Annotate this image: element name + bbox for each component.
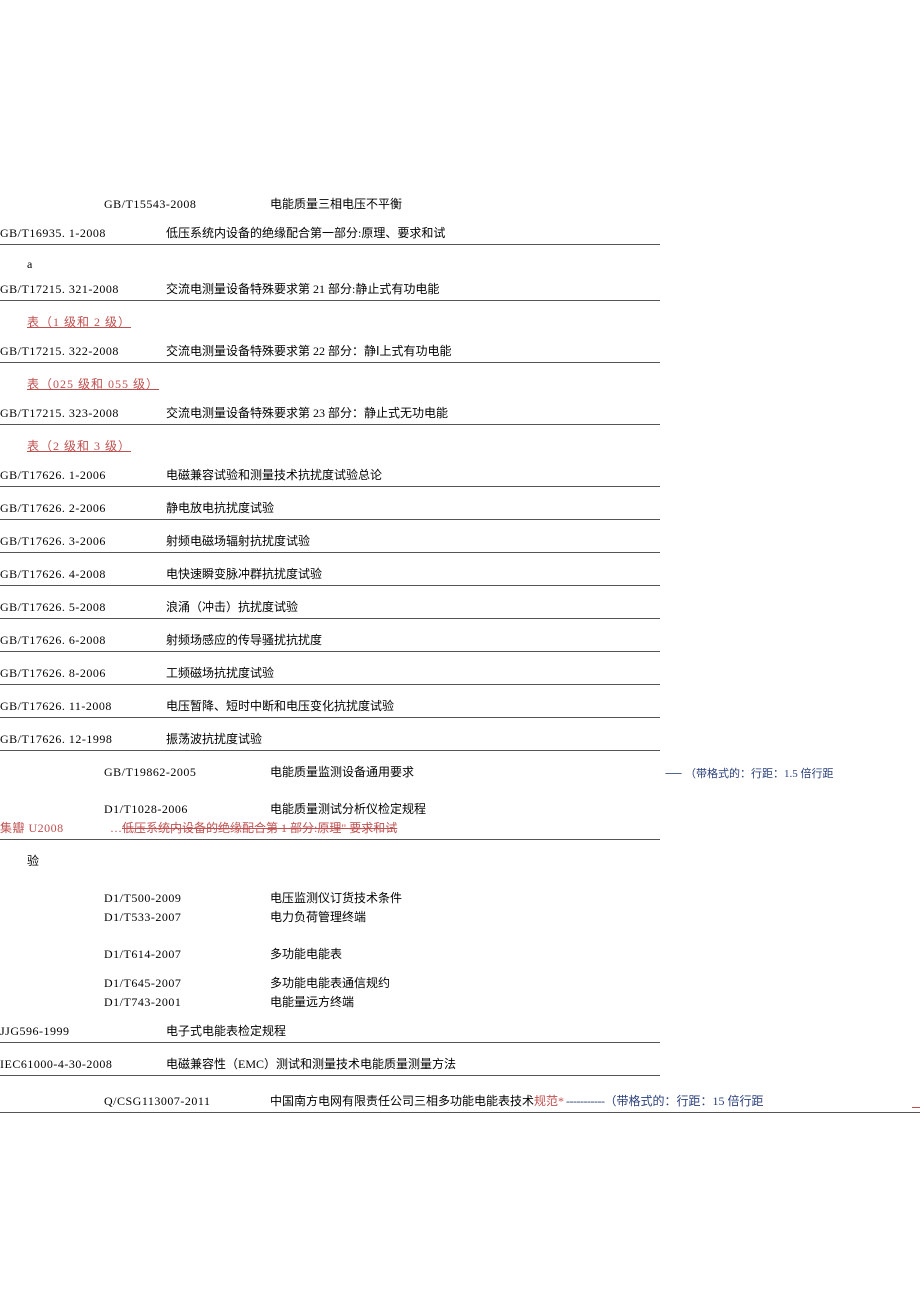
standard-entry: D1/T645-2007 多功能电能表通信规约 xyxy=(0,974,920,991)
standard-desc: 交流电测量设备特殊要求第 23 部分：静止式无功电能 xyxy=(166,404,660,421)
standard-desc: 交流电测量设备特殊要求第 21 部分:静止式有功电能 xyxy=(166,280,660,297)
standard-entry: GB/T17626. 8-2006 工频磁场抗扰度试验 xyxy=(0,664,660,681)
standard-entry: GB/T17215. 321-2008 交流电测量设备特殊要求第 21 部分:静… xyxy=(0,280,660,297)
standard-desc: 交流电测量设备特殊要求第 22 部分：静Ⅰ上式有功电能 xyxy=(166,342,660,359)
standard-code: D1/T500-2009 xyxy=(104,891,270,906)
standard-entry: GB/T17626. 11-2008 电压暂降、短时中断和电压变化抗扰度试验 xyxy=(0,697,660,714)
standard-desc: 多功能电能表 xyxy=(270,945,920,962)
standard-entry: Q/CSG113007-2011 中国南方电网有限责任公司三相多功能电能表技术规… xyxy=(0,1092,920,1113)
standard-entry: D1/T500-2009 电压监测仪订货技术条件 xyxy=(0,889,920,906)
struck-code: 集瓣 U2008 xyxy=(0,819,110,836)
standard-entry: D1/T1028-2006 电能质量测试分析仪检定规程 xyxy=(0,800,920,817)
marker-letter: a xyxy=(0,257,920,272)
standard-code: GB/T17215. 321-2008 xyxy=(0,282,166,297)
standard-code: GB/T17626. 8-2006 xyxy=(0,666,166,681)
standard-desc: 振荡波抗扰度试验 xyxy=(166,730,660,747)
standard-entry: GB/T17626. 6-2008 射频场感应的传导骚扰抗扰度 xyxy=(0,631,660,648)
format-comment: ------ （带格式的：行距：1.5 倍行距 xyxy=(665,765,833,781)
standard-code: Q/CSG113007-2011 xyxy=(0,1094,270,1109)
standard-code: GB/T17626. 2-2006 xyxy=(0,501,166,516)
right-mark xyxy=(912,1107,920,1108)
struck-desc: …低压系统内设备的绝缘配合第 1 部分:原理" 要求和试 xyxy=(110,819,660,836)
struck-entry: 集瓣 U2008 …低压系统内设备的绝缘配合第 1 部分:原理" 要求和试 xyxy=(0,819,660,836)
standard-code: GB/T17215. 322-2008 xyxy=(0,344,166,359)
standard-entry: GB/T17626. 1-2006 电磁兼容试验和测量技术抗扰度试验总论 xyxy=(0,466,660,483)
continuation-text: 表（2 级和 3 级） xyxy=(0,437,920,454)
standard-desc: 电能量远方终端 xyxy=(270,993,920,1010)
standard-entry: GB/T16935. 1-2008 低压系统内设备的绝缘配合第一部分:原理、要求… xyxy=(0,224,660,241)
continuation-text: 表（1 级和 2 级） xyxy=(0,313,920,330)
standard-desc: 电力负荷管理终端 xyxy=(270,908,920,925)
standard-code: GB/T16935. 1-2008 xyxy=(0,226,166,241)
standard-desc: 中国南方电网有限责任公司三相多功能电能表技术规范* xyxy=(270,1092,564,1109)
standard-desc: 工频磁场抗扰度试验 xyxy=(166,664,660,681)
standard-desc: 电快速瞬变脉冲群抗扰度试验 xyxy=(166,565,660,582)
standard-code: GB/T17626. 11-2008 xyxy=(0,699,166,714)
standard-entry: GB/T17626. 4-2008 电快速瞬变脉冲群抗扰度试验 xyxy=(0,565,660,582)
standard-entry: D1/T743-2001 电能量远方终端 xyxy=(0,993,920,1010)
standard-desc: 多功能电能表通信规约 xyxy=(270,974,920,991)
standard-desc: 电压暂降、短时中断和电压变化抗扰度试验 xyxy=(166,697,660,714)
standard-code: GB/T17626. 12-1998 xyxy=(0,732,166,747)
yan-text: 验 xyxy=(0,852,920,869)
comment-dashes: ----------- xyxy=(566,1094,604,1109)
standard-entry: D1/T533-2007 电力负荷管理终端 xyxy=(0,908,920,925)
standard-entry: D1/T614-2007 多功能电能表 xyxy=(0,945,920,962)
standard-desc: 电能质量三相电压不平衡 xyxy=(270,195,920,212)
standard-entry: GB/T17215. 323-2008 交流电测量设备特殊要求第 23 部分：静… xyxy=(0,404,660,421)
standard-code: GB/T17626. 5-2008 xyxy=(0,600,166,615)
standard-entry: GB/T17626. 3-2006 射频电磁场辐射抗扰度试验 xyxy=(0,532,660,549)
comment-text: （带格式的：行距：15 倍行距 xyxy=(605,1092,764,1109)
standard-entry: GB/T17626. 12-1998 振荡波抗扰度试验 xyxy=(0,730,660,747)
standard-entry: GB/T17626. 5-2008 浪涌（冲击）抗扰度试验 xyxy=(0,598,660,615)
standard-code: D1/T533-2007 xyxy=(104,910,270,925)
standard-code: GB/T17626. 1-2006 xyxy=(0,468,166,483)
standard-desc: 电磁兼容性（EMC）测试和测量技术电能质量测量方法 xyxy=(166,1055,660,1072)
standard-entry: GB/T17626. 2-2006 静电放电抗扰度试验 xyxy=(0,499,660,516)
standard-desc: 浪涌（冲击）抗扰度试验 xyxy=(166,598,660,615)
standard-desc: 静电放电抗扰度试验 xyxy=(166,499,660,516)
standard-desc: 射频电磁场辐射抗扰度试验 xyxy=(166,532,660,549)
standard-entry: GB/T15543-2008 电能质量三相电压不平衡 xyxy=(0,195,920,212)
standard-code: GB/T15543-2008 xyxy=(104,197,270,212)
standard-code: D1/T743-2001 xyxy=(104,995,270,1010)
standard-code: D1/T645-2007 xyxy=(104,976,270,991)
standard-entry: IEC61000-4-30-2008 电磁兼容性（EMC）测试和测量技术电能质量… xyxy=(0,1055,660,1072)
standard-desc: 电磁兼容试验和测量技术抗扰度试验总论 xyxy=(166,466,660,483)
standard-desc: 电能质量测试分析仪检定规程 xyxy=(270,800,920,817)
standard-desc: 电子式电能表检定规程 xyxy=(166,1022,660,1039)
standard-code: JJG596-1999 xyxy=(0,1024,166,1039)
standard-code: GB/T19862-2005 xyxy=(104,765,270,780)
standard-code: GB/T17626. 6-2008 xyxy=(0,633,166,648)
standard-desc: 低压系统内设备的绝缘配合第一部分:原理、要求和试 xyxy=(166,224,660,241)
standard-desc: 射频场感应的传导骚扰抗扰度 xyxy=(166,631,660,648)
standard-code: D1/T614-2007 xyxy=(104,947,270,962)
standard-desc: 电压监测仪订货技术条件 xyxy=(270,889,920,906)
standard-code: GB/T17626. 3-2006 xyxy=(0,534,166,549)
standard-code: GB/T17215. 323-2008 xyxy=(0,406,166,421)
standard-code: IEC61000-4-30-2008 xyxy=(0,1057,166,1072)
document-page: GB/T15543-2008 电能质量三相电压不平衡 GB/T16935. 1-… xyxy=(0,0,920,1113)
standard-entry: GB/T17215. 322-2008 交流电测量设备特殊要求第 22 部分：静… xyxy=(0,342,660,359)
comment-text: （带格式的：行距：1.5 倍行距 xyxy=(685,765,834,781)
standard-entry: JJG596-1999 电子式电能表检定规程 xyxy=(0,1022,660,1039)
continuation-text: 表（025 级和 055 级） xyxy=(0,375,920,392)
standard-code: GB/T17626. 4-2008 xyxy=(0,567,166,582)
standard-code: D1/T1028-2006 xyxy=(104,802,270,817)
